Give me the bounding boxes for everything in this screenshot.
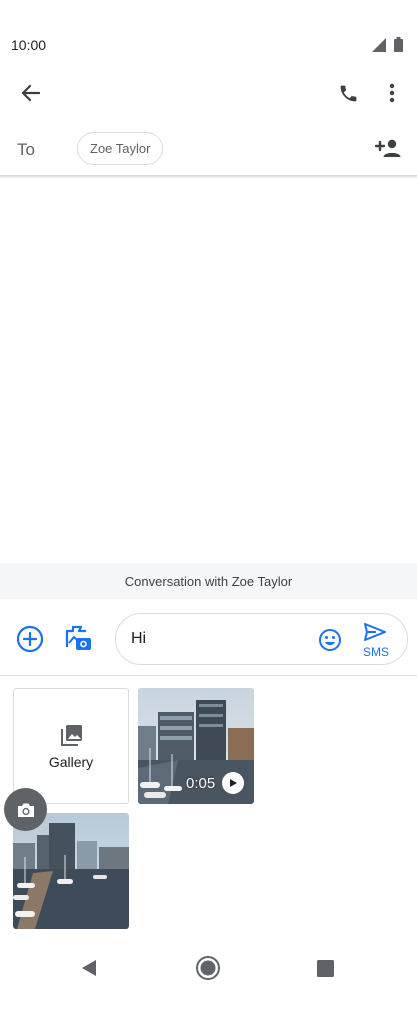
more-vert-icon (389, 83, 395, 103)
call-button[interactable] (326, 70, 370, 116)
arrow-left-icon (21, 84, 40, 102)
system-nav-bar (0, 945, 417, 989)
camera-icon (17, 803, 34, 817)
phone-icon (340, 85, 356, 101)
camera-button[interactable] (4, 788, 47, 831)
add-circle-icon (16, 625, 44, 653)
add-recipient-button[interactable] (368, 128, 408, 168)
emoji-button[interactable] (316, 626, 344, 654)
recipient-chip-label: Zoe Taylor (90, 141, 151, 156)
photo-camera-icon (65, 625, 91, 650)
video-duration: 0:05 (186, 775, 216, 792)
nav-recents-button[interactable] (310, 953, 340, 983)
status-time: 10:00 (11, 37, 47, 53)
play-button[interactable] (222, 772, 244, 794)
back-button[interactable] (8, 70, 52, 116)
compose-input[interactable]: Hi (131, 630, 146, 648)
recipient-chip[interactable]: Zoe Taylor (77, 132, 164, 165)
gallery-icon (61, 725, 82, 746)
nav-recents-icon (316, 959, 334, 977)
send-mode-label: SMS (363, 645, 390, 659)
more-options-button[interactable] (372, 70, 412, 116)
emoji-icon (319, 629, 341, 651)
add-attachment-button[interactable] (13, 622, 47, 656)
recipient-row: To Zoe Taylor (0, 128, 417, 172)
nav-back-icon (82, 960, 96, 976)
compose-field[interactable]: Hi SMS (115, 613, 408, 665)
compose-row: Hi SMS (0, 605, 417, 671)
app-bar (0, 70, 417, 116)
to-label: To (17, 140, 35, 159)
media-button[interactable] (60, 620, 96, 656)
video-thumbnail[interactable]: 0:05 (138, 688, 254, 804)
conversation-banner-text: Conversation with Zoe Taylor (124, 573, 293, 589)
compose-divider (0, 675, 417, 676)
gallery-label: Gallery (48, 754, 94, 770)
nav-home-icon (196, 956, 220, 980)
gallery-tile[interactable]: Gallery (13, 688, 129, 804)
status-icons (372, 37, 403, 52)
signal-icon (372, 37, 386, 52)
play-icon (230, 779, 237, 787)
conversation-banner: Conversation with Zoe Taylor (0, 563, 417, 599)
nav-back-button[interactable] (74, 953, 104, 983)
add-person-icon (374, 139, 401, 157)
send-icon (364, 623, 386, 641)
send-button[interactable] (361, 621, 389, 643)
nav-home-button[interactable] (192, 952, 224, 984)
message-list[interactable] (0, 178, 417, 563)
battery-icon (394, 37, 403, 52)
